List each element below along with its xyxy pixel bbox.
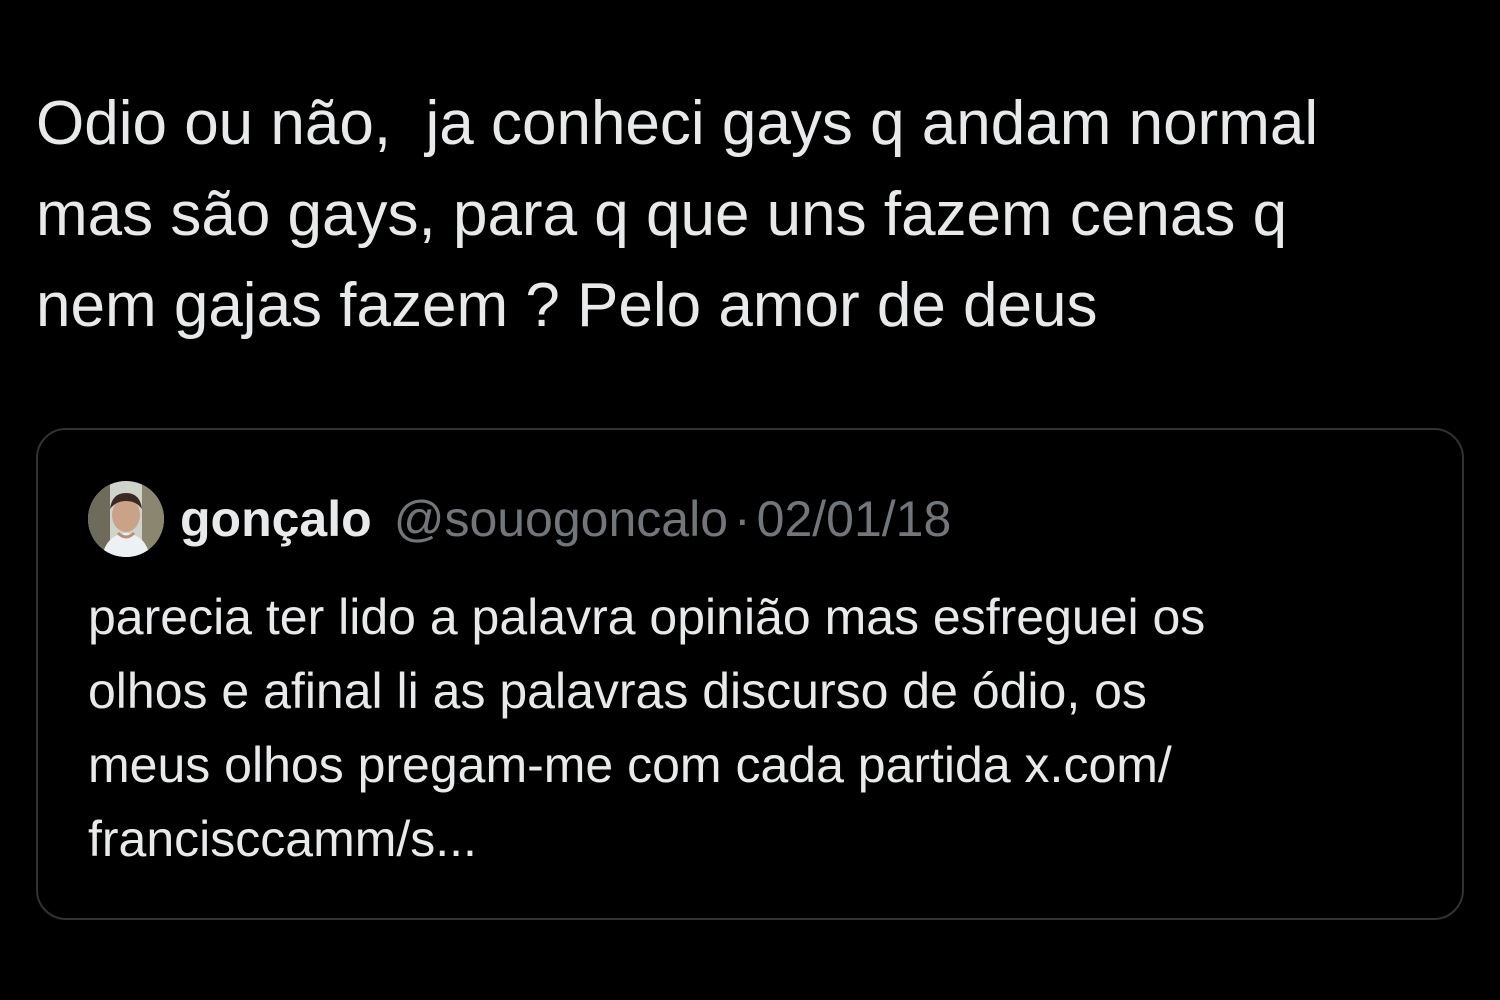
separator-dot: · [734,491,751,547]
avatar[interactable] [88,481,164,557]
quoted-tweet-text: parecia ter lido a palavra opinião mas e… [88,589,1206,867]
quoted-tweet-header: gonçalo @souogoncalo · 02/01/18 [88,480,951,558]
quoted-tweet-card[interactable]: gonçalo @souogoncalo · 02/01/18 parecia … [36,428,1464,920]
quoted-handle[interactable]: @souogoncalo [394,490,728,548]
quoted-date[interactable]: 02/01/18 [757,490,952,548]
tweet-text: Odio ou não, ja conheci gays q andam nor… [36,89,1319,340]
quoted-display-name[interactable]: gonçalo [180,490,372,548]
avatar-photo-icon [88,481,164,557]
tweet: Odio ou não, ja conheci gays q andam nor… [0,0,1500,1000]
